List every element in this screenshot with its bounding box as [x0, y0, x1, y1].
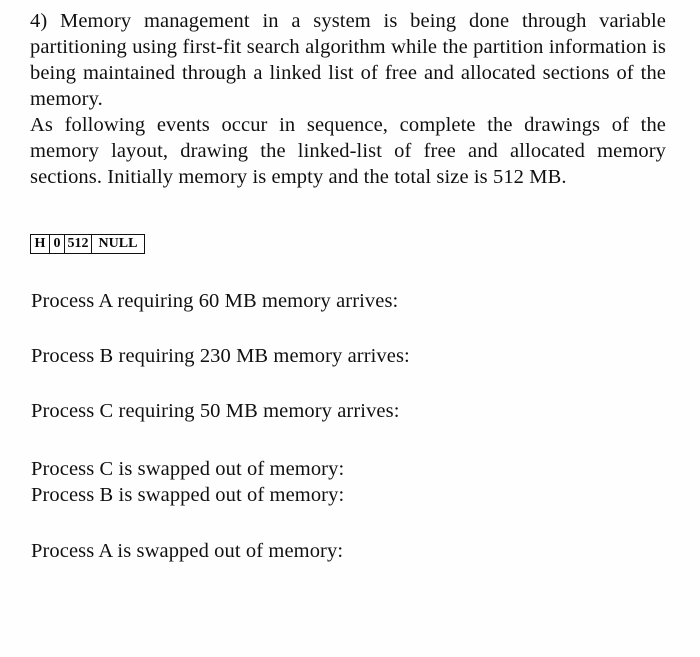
- question-paragraph-1: 4) Memory management in a system is bein…: [30, 10, 666, 110]
- linked-list-node-diagram: H 0 512 NULL: [30, 234, 145, 254]
- node-cell-head-pointer: H: [31, 235, 50, 253]
- event-line-process-b-arrives: Process B requiring 230 MB memory arrive…: [31, 345, 410, 367]
- node-cell-next-pointer: NULL: [98, 236, 138, 251]
- event-line-process-a-swapped-out: Process A is swapped out of memory:: [31, 540, 344, 562]
- node-cell-size: 512: [65, 235, 92, 253]
- event-line-process-a-arrives: Process A requiring 60 MB memory arrives…: [31, 290, 399, 312]
- event-line-process-b-swapped-out: Process B is swapped out of memory:: [31, 484, 345, 506]
- event-line-process-c-swapped-out: Process C is swapped out of memory:: [31, 458, 345, 480]
- question-text-block: 4) Memory management in a system is bein…: [30, 8, 666, 190]
- node-cell-start-address: 0: [50, 235, 65, 253]
- event-line-process-c-arrives: Process C requiring 50 MB memory arrives…: [31, 400, 400, 422]
- document-page: 4) Memory management in a system is bein…: [0, 0, 700, 657]
- question-paragraph-2: As following events occur in sequence, c…: [30, 114, 666, 188]
